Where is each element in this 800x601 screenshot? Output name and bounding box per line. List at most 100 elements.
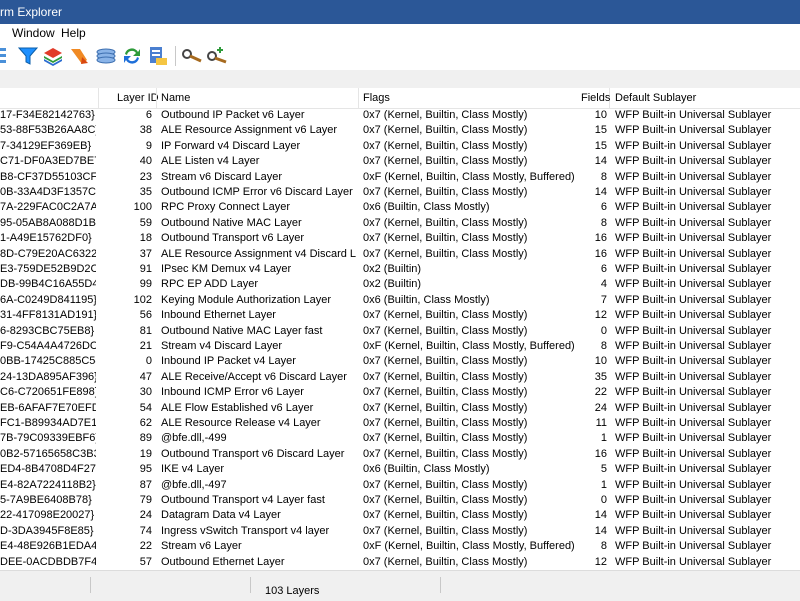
refresh-icon[interactable] [121, 45, 143, 67]
arrow-icon[interactable] [68, 45, 90, 67]
table-row[interactable]: D-3DA3945F8E85} 74 Ingress vSwitch Transpo… [0, 524, 800, 539]
header-flags[interactable]: Flags [363, 92, 390, 104]
tree-icon[interactable] [0, 45, 16, 67]
row-default-sublayer: WFP Built-in Universal Sublayer [615, 355, 772, 368]
column-separator[interactable] [358, 88, 359, 108]
table-row[interactable]: 0B2-57165658C3B3} 19 Outbound Transport v6… [0, 447, 800, 462]
table-row[interactable]: ED4-8B4708D4F270} 95 IKE v4 Layer 0x6 (Buil… [0, 462, 800, 477]
row-fields: 14 [594, 155, 607, 168]
row-fields: 24 [594, 401, 607, 414]
column-separator[interactable] [156, 88, 157, 108]
key-add-icon[interactable] [206, 45, 228, 67]
row-default-sublayer: WFP Built-in Universal Sublayer [615, 139, 772, 152]
row-key: B8-CF37D55103CF} [0, 170, 96, 183]
row-fields: 16 [594, 447, 607, 460]
row-flags: 0x7 (Kernel, Builtin, Class Mostly) [363, 478, 528, 491]
sublayers-icon[interactable] [95, 45, 117, 67]
column-separator[interactable] [98, 88, 99, 108]
row-default-sublayer: WFP Built-in Universal Sublayer [615, 555, 772, 568]
row-flags: 0x7 (Kernel, Builtin, Class Mostly) [363, 417, 528, 429]
row-flags: 0x7 (Kernel, Builtin, Class Mostly) [363, 309, 528, 322]
table-row[interactable]: EB-6AFAF7E70EFD} 54 ALE Flow Established v… [0, 401, 800, 416]
row-key: E4-82A7224118B2} [0, 478, 96, 491]
table-row[interactable]: B8-CF37D55103CF} 23 Stream v6 Discard Laye… [0, 170, 800, 185]
row-fields: 1 [600, 478, 607, 491]
table-row[interactable]: 95-05AB8A088D1B} 59 Outbound Native MAC La… [0, 216, 800, 231]
row-flags: 0x7 (Kernel, Builtin, Class Mostly) [363, 555, 528, 568]
row-fields: 35 [594, 370, 607, 383]
table-row[interactable]: E3-759DE52B9D2C} 91 IPsec KM Demux v4 Laye… [0, 262, 800, 277]
filter-icon[interactable] [17, 45, 39, 67]
table-row[interactable]: C6-C720651FE898} 30 Inbound ICMP Error v6 … [0, 385, 800, 400]
table-row[interactable]: 31-4FF8131AD191} 56 Inbound Ethernet Layer… [0, 308, 800, 323]
key-search-icon[interactable] [181, 45, 203, 67]
row-flags: 0x7 (Kernel, Builtin, Class Mostly) [363, 124, 528, 137]
table-row[interactable]: C71-DF0A3ED7BE7E} 40 ALE Listen v4 Layer 0x… [0, 154, 800, 169]
row-layer-id: 40 [139, 155, 152, 168]
row-flags: 0x6 (Builtin, Class Mostly) [363, 293, 490, 306]
row-flags: 0x7 (Kernel, Builtin, Class Mostly) [363, 370, 528, 383]
table-row[interactable]: E4-82A7224118B2} 87 @bfe.dll,-497 0x7 (Kern… [0, 478, 800, 493]
table-row[interactable]: 8D-C79E20AC6322} 37 ALE Resource Assignmen… [0, 247, 800, 262]
table-row[interactable]: 22-417098E20027} 24 Datagram Data v4 Layer… [0, 508, 800, 523]
table-row[interactable]: DB-99B4C16A55D4} 99 RPC EP ADD Layer 0x2 (B… [0, 277, 800, 292]
table-row[interactable]: 5-7A9BE6408B78} 79 Outbound Transport v4 L… [0, 493, 800, 508]
table-row[interactable]: E4-48E926B1EDA4} 22 Stream v6 Layer 0xF (Ke… [0, 539, 800, 554]
table-row[interactable]: 7-34129EF369EB} 9 IP Forward v4 Discard La… [0, 139, 800, 154]
row-name: Outbound ICMP Error v6 Discard Layer [161, 186, 353, 198]
table-row[interactable]: 17-F34E82142763} 6 Outbound IP Packet v6 L… [0, 108, 800, 123]
row-layer-id: 54 [139, 401, 152, 414]
header-name[interactable]: Name [161, 92, 190, 104]
row-flags: 0x7 (Kernel, Builtin, Class Mostly) [363, 355, 528, 368]
row-flags: 0xF (Kernel, Builtin, Class Mostly, Buff… [363, 170, 575, 183]
table-row[interactable]: 1-A49E15762DF0} 18 Outbound Transport v6 L… [0, 231, 800, 246]
row-name: @bfe.dll,-499 [161, 432, 227, 445]
menu-help[interactable]: Help [61, 26, 86, 40]
row-key: 0BB-17425C885C58} [0, 355, 96, 368]
row-flags: 0xF (Kernel, Builtin, Class Mostly, Buff… [363, 540, 575, 553]
row-flags: 0x6 (Builtin, Class Mostly) [363, 463, 490, 476]
row-flags: 0x7 (Kernel, Builtin, Class Mostly) [363, 509, 528, 522]
table-row[interactable]: 0BB-17425C885C58} 0 Inbound IP Packet v4 L… [0, 354, 800, 369]
header-layer-id[interactable]: Layer ID [117, 92, 159, 104]
row-default-sublayer: WFP Built-in Universal Sublayer [615, 155, 772, 168]
row-name: Stream v6 Discard Layer [161, 170, 283, 183]
row-name: IPsec KM Demux v4 Layer [161, 263, 292, 275]
row-key: C6-C720651FE898} [0, 386, 96, 399]
table-row[interactable]: 24-13DA895AF396} 47 ALE Receive/Accept v6 … [0, 370, 800, 385]
row-name: @bfe.dll,-497 [161, 478, 227, 491]
table-row[interactable]: F9-C54A4A4726DC} 21 Stream v4 Discard Laye… [0, 339, 800, 354]
row-name: Outbound Ethernet Layer [161, 555, 285, 568]
row-fields: 14 [594, 509, 607, 522]
row-name: Inbound Ethernet Layer [161, 309, 276, 322]
table-row[interactable]: 6-8293CBC75EB8} 81 Outbound Native MAC Lay… [0, 324, 800, 339]
row-key: DEE-0ACDBDB7F4B2} [0, 555, 96, 568]
export-icon[interactable] [147, 45, 169, 67]
row-layer-id: 79 [139, 494, 152, 506]
menu-window[interactable]: Window [12, 26, 55, 40]
table-row[interactable]: 0B-33A4D3F1357C} 35 Outbound ICMP Error v6… [0, 185, 800, 200]
table-row[interactable]: 7A-229FAC0C2A7A} 100 RPC Proxy Connect Lay… [0, 200, 800, 215]
table-row[interactable]: 7B-79C09339EBF6} 89 @bfe.dll,-499 0x7 (Kern… [0, 431, 800, 446]
row-name: Datagram Data v4 Layer [161, 509, 281, 522]
table-row[interactable]: FC1-B89934AD7E15} 62 ALE Resource Release … [0, 416, 800, 431]
row-key: 17-F34E82142763} [0, 109, 95, 121]
layers-icon[interactable] [42, 45, 64, 67]
row-default-sublayer: WFP Built-in Universal Sublayer [615, 494, 772, 506]
row-default-sublayer: WFP Built-in Universal Sublayer [615, 370, 772, 383]
row-layer-id: 38 [139, 124, 152, 137]
row-name: Outbound Transport v6 Discard Layer [161, 447, 345, 460]
row-default-sublayer: WFP Built-in Universal Sublayer [615, 309, 772, 322]
row-layer-id: 99 [139, 278, 152, 291]
row-fields: 0 [600, 324, 607, 337]
row-key: 53-88F53B26AA8C} [0, 124, 96, 137]
table-row[interactable]: DEE-0ACDBDB7F4B2} 57 Outbound Ethernet Lay… [0, 555, 800, 568]
header-fields[interactable]: Fields [581, 92, 610, 104]
row-layer-id: 6 [145, 109, 152, 121]
table-row[interactable]: 6A-C0249D841195} 102 Keying Module Authori… [0, 293, 800, 308]
row-default-sublayer: WFP Built-in Universal Sublayer [615, 478, 772, 491]
row-default-sublayer: WFP Built-in Universal Sublayer [615, 447, 772, 460]
row-key: 1-A49E15762DF0} [0, 232, 92, 245]
table-row[interactable]: 53-88F53B26AA8C} 38 ALE Resource Assignmen… [0, 123, 800, 138]
header-default-sublayer[interactable]: Default Sublayer [615, 92, 696, 104]
